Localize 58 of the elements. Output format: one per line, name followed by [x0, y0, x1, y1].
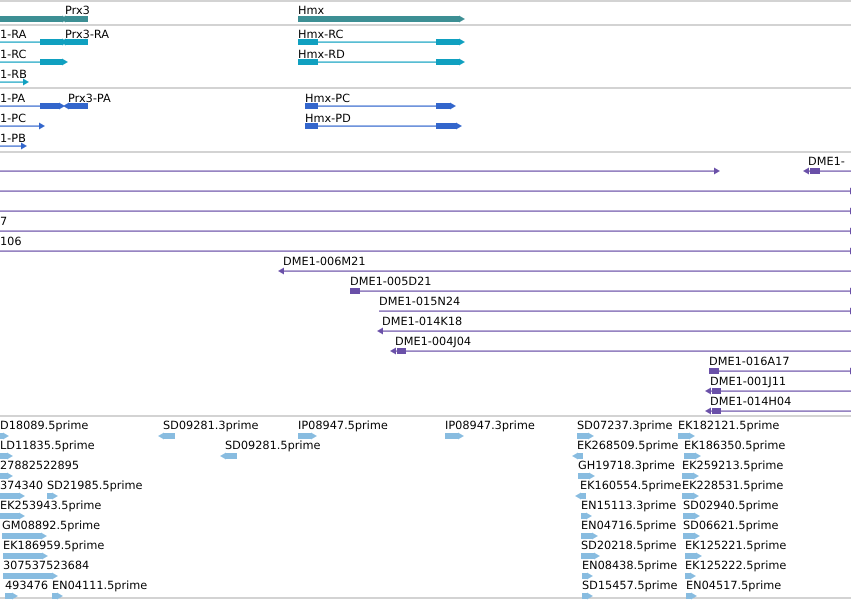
feature-label[interactable]: EK125222.5prime: [685, 559, 786, 572]
feature-label[interactable]: SD20218.5prime: [581, 539, 676, 552]
feature-label[interactable]: EK125221.5prime: [685, 539, 786, 552]
feature-label[interactable]: DME1-004J04: [395, 335, 472, 348]
feature-label[interactable]: SD09281.5prime: [225, 439, 320, 452]
feature-label[interactable]: DME1-: [808, 155, 845, 168]
feature-label[interactable]: EK186959.5prime: [3, 539, 104, 552]
feature-label[interactable]: EN15113.3prime: [581, 499, 676, 512]
feature-label[interactable]: EN08438.5prime: [582, 559, 678, 572]
feature-label[interactable]: IP08947.3prime: [445, 419, 535, 432]
feature-label[interactable]: EK268509.5prime: [577, 439, 678, 452]
feature-label[interactable]: Hmx-RC: [298, 28, 344, 41]
feature-label[interactable]: DME1-016A17: [709, 355, 790, 368]
feature-label[interactable]: Prx3-RA: [65, 28, 110, 41]
feature-label[interactable]: GH19718.3prime: [578, 459, 675, 472]
feature-label[interactable]: D18089.5prime: [0, 419, 88, 432]
feature-label[interactable]: EK228531.5prime: [682, 479, 784, 492]
feature-label[interactable]: SD15457.5prime: [582, 579, 678, 592]
feature-label[interactable]: Hmx-PC: [305, 92, 350, 105]
feature-label[interactable]: EN04111.5prime: [52, 579, 148, 592]
feature-label[interactable]: DME1-001J11: [710, 375, 786, 388]
feature-label[interactable]: 493476: [5, 579, 48, 592]
feature-label[interactable]: SD07237.3prime: [577, 419, 672, 432]
feature-label[interactable]: EK160554.5prime: [580, 479, 682, 492]
feature-label[interactable]: LD11835.5prime: [0, 439, 95, 452]
feature-label[interactable]: 1-PB: [0, 132, 26, 145]
feature-label[interactable]: 1-RC: [0, 48, 26, 61]
feature-label[interactable]: 1-RB: [0, 68, 27, 81]
feature-label[interactable]: Hmx-RD: [298, 48, 345, 61]
feature-label[interactable]: SD06621.5prime: [683, 519, 778, 532]
feature-label[interactable]: EK182121.5prime: [678, 419, 780, 432]
feature-label[interactable]: SD09281.3prime: [163, 419, 258, 432]
feature-label[interactable]: SD02940.5prime: [683, 499, 778, 512]
feature-label[interactable]: DME1-014K18: [382, 315, 462, 328]
feature-label[interactable]: 106: [0, 235, 22, 248]
feature-label[interactable]: 1-PC: [0, 112, 26, 125]
feature-label[interactable]: 27882522895: [0, 459, 80, 472]
feature-label[interactable]: DME1-006M21: [283, 255, 366, 268]
feature-label[interactable]: DME1-014H04: [710, 395, 792, 408]
feature-label[interactable]: Hmx: [298, 4, 324, 17]
feature-label[interactable]: EK259213.5prime: [682, 459, 784, 472]
feature-label[interactable]: SD21985.5prime: [47, 479, 142, 492]
feature-label[interactable]: IP08947.5prime: [298, 419, 388, 432]
feature-label[interactable]: 307537523684: [3, 559, 90, 572]
feature-label[interactable]: DME1-015N24: [379, 295, 460, 308]
feature-label[interactable]: EN04517.5prime: [686, 579, 782, 592]
feature-label[interactable]: EN04716.5prime: [581, 519, 676, 532]
feature-label[interactable]: EK186350.5prime: [684, 439, 786, 452]
feature-label[interactable]: 374340: [0, 479, 44, 492]
feature-label[interactable]: Prx3: [65, 4, 90, 17]
feature-label[interactable]: GM08892.5prime: [2, 519, 100, 532]
feature-label[interactable]: 1-PA: [0, 92, 26, 105]
feature-label[interactable]: DME1-005D21: [350, 275, 432, 288]
feature-label[interactable]: 7: [0, 215, 8, 228]
feature-label[interactable]: Prx3-PA: [68, 92, 111, 105]
feature-label[interactable]: Hmx-PD: [305, 112, 351, 125]
feature-label[interactable]: EK253943.5prime: [0, 499, 102, 512]
feature-label[interactable]: 1-RA: [0, 28, 26, 41]
